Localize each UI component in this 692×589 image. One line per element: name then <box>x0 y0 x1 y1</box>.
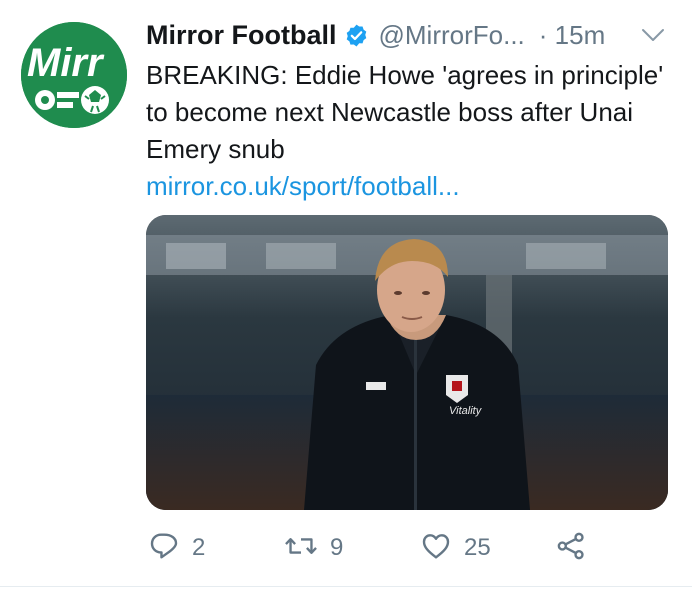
like-button[interactable]: 25 <box>420 528 491 568</box>
share-button[interactable] <box>554 528 588 568</box>
heart-icon <box>420 530 452 567</box>
media-badge-text: Vitality <box>449 405 483 417</box>
tweet-header: Mirror Football @MirrorFo... · 15m <box>146 17 605 53</box>
chevron-down-icon[interactable] <box>640 26 666 44</box>
verified-badge-icon <box>344 23 369 48</box>
timestamp[interactable]: · 15m <box>539 20 605 51</box>
tweet-link[interactable]: mirror.co.uk/sport/football... <box>146 168 460 205</box>
reply-icon <box>148 530 180 567</box>
author-handle[interactable]: @MirrorFo... <box>379 20 525 51</box>
mirror-football-logo-icon: Mirr <box>21 22 127 128</box>
photo-eddie-howe-icon: Vitality <box>146 215 668 510</box>
retweet-count: 9 <box>330 534 344 561</box>
reply-count: 2 <box>192 534 206 561</box>
like-count: 25 <box>464 534 491 561</box>
avatar-logo-text: Mirr <box>27 41 105 85</box>
share-icon <box>554 530 588 567</box>
tweet-text: BREAKING: Eddie Howe 'agrees in principl… <box>146 60 664 164</box>
reply-button[interactable]: 2 <box>148 528 205 568</box>
retweet-button[interactable]: 9 <box>284 528 343 568</box>
divider <box>0 586 692 587</box>
tweet-photo[interactable]: Vitality <box>146 215 668 510</box>
avatar[interactable]: Mirr <box>21 22 127 128</box>
tweet-actions: 2 9 25 <box>146 528 666 568</box>
author-name[interactable]: Mirror Football <box>146 20 337 51</box>
retweet-icon <box>284 530 318 567</box>
